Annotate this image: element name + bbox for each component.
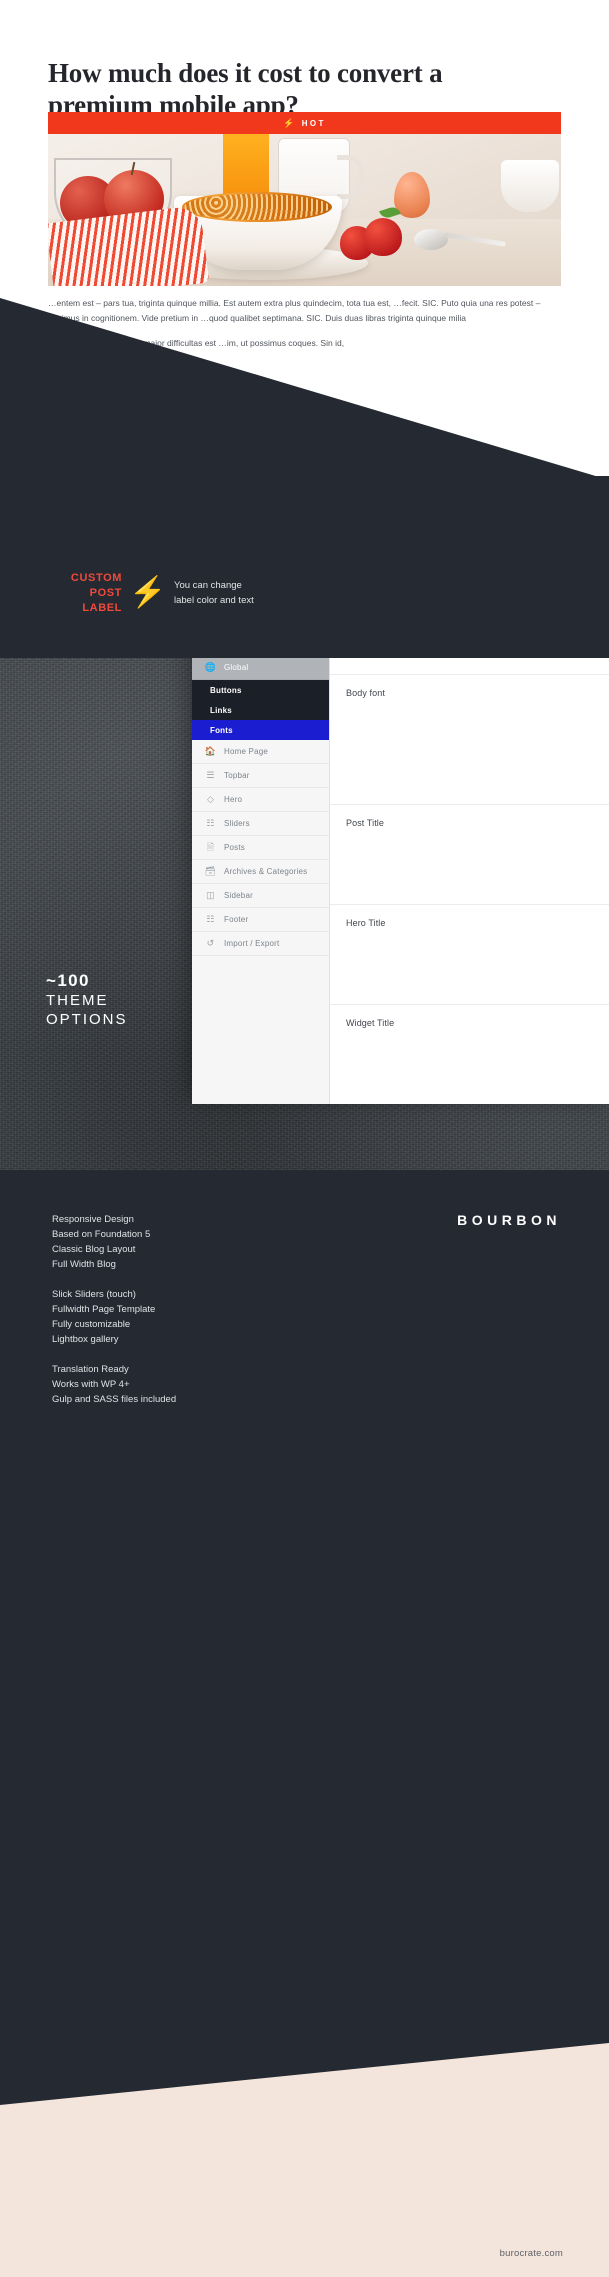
field-post-title: Post Title <box>330 804 609 904</box>
diamond-icon: ◇ <box>206 794 215 804</box>
custom-post-label-section: CUSTOM POST LABEL ⚡ You can change label… <box>0 476 609 658</box>
field-label: Post Title <box>346 818 385 828</box>
sidebar-item-label: Hero <box>224 795 243 804</box>
sidebar-item-label: Archives & Categories <box>224 867 308 876</box>
stat-label-line-1: THEME <box>46 992 109 1009</box>
sidebar-item-label: Footer <box>224 915 249 924</box>
page-icon: 🗎 <box>206 842 215 852</box>
feature-item: Classic Blog Layout <box>52 1244 136 1255</box>
bolt-icon: ⚡ <box>129 576 167 609</box>
photo-spoon-head <box>414 229 448 250</box>
field-label: Widget Title <box>346 1018 395 1028</box>
blog-post-preview: How much does it cost to convert a premi… <box>0 0 609 480</box>
custom-label-line-2: POST <box>89 586 122 599</box>
post-paragraph: …entem est – pars tua, triginta quinque … <box>48 298 541 323</box>
refresh-icon: ↺ <box>206 938 215 948</box>
sidebar-item-hero[interactable]: ◇ Hero <box>192 788 329 812</box>
footer-icon: ☷ <box>206 914 215 924</box>
sidebar-item-label: Global <box>224 663 249 672</box>
home-icon: 🏠 <box>204 746 217 756</box>
menu-icon: ☰ <box>206 770 215 780</box>
archive-icon: 🗃 <box>204 866 217 876</box>
bolt-icon: ⚡ <box>283 117 297 128</box>
photo-spoon <box>414 229 507 250</box>
stat-number: ~100 <box>46 971 90 990</box>
field-body-font: Body font <box>330 674 609 804</box>
feature-group-2: Slick Sliders (touch) Fullwidth Page Tem… <box>52 1287 312 1347</box>
custom-label-desc-line-2: label color and text <box>174 595 254 606</box>
site-credit[interactable]: burocrate.com <box>500 2248 563 2259</box>
custom-label-line-1: CUSTOM <box>70 571 122 584</box>
custom-label-text: CUSTOM POST LABEL <box>44 571 122 616</box>
feature-item: Translation Ready <box>52 1364 129 1375</box>
feature-item: Responsive Design <box>52 1214 134 1225</box>
photo-strawberry <box>364 218 402 256</box>
field-label: Body font <box>346 688 385 698</box>
feature-item: Based on Foundation 5 <box>52 1229 151 1240</box>
bottom-bar: burocrate.com <box>0 2043 609 2277</box>
brand-logo: BOURBON <box>457 1212 561 1228</box>
admin-content-panel: Fonts Body font Post Title Hero Title Wi… <box>330 632 609 1104</box>
stat-label-line-2: OPTIONS <box>46 1011 128 1028</box>
admin-sidebar-nav: ℹ Information 🌐 Global Buttons Links Fon… <box>192 632 330 1104</box>
sidebar-item-label: Sidebar <box>224 891 253 900</box>
stat-theme-options: ~100 THEME OPTIONS <box>46 970 128 1029</box>
sidebar-subitem-fonts[interactable]: Fonts <box>192 720 329 740</box>
feature-item: Fullwidth Page Template <box>52 1304 156 1315</box>
hot-label: HOT <box>301 118 326 128</box>
sidebar-subitem-label: Links <box>210 705 232 715</box>
sidebar-item-label: Topbar <box>224 771 250 780</box>
features-section: Responsive Design Based on Foundation 5 … <box>0 1170 609 2043</box>
globe-icon: 🌐 <box>204 662 217 672</box>
sidebar-item-sidebar[interactable]: ◫ Sidebar <box>192 884 329 908</box>
hot-badge-banner: ⚡ HOT <box>48 112 561 134</box>
photo-cup <box>501 160 559 212</box>
sidebar-item-label: Sliders <box>224 819 250 828</box>
grid-dots-icon: ☷ <box>206 818 215 828</box>
field-hero-title: Hero Title <box>330 904 609 1004</box>
sidebar-item-sliders[interactable]: ☷ Sliders <box>192 812 329 836</box>
sidebar-item-label: Home Page <box>224 747 269 756</box>
sidebar-item-archives-categories[interactable]: 🗃 Archives & Categories <box>192 860 329 884</box>
feature-item: Full Width Blog <box>52 1259 116 1270</box>
bottom-diagonal-divider <box>0 2043 609 2105</box>
feature-item: Fully customizable <box>52 1319 131 1330</box>
custom-label-line-3: LABEL <box>82 601 122 614</box>
sidebar-item-import-export[interactable]: ↺ Import / Export <box>192 932 329 956</box>
feature-item: Gulp and SASS files included <box>52 1394 177 1405</box>
feature-item: Slick Sliders (touch) <box>52 1289 136 1300</box>
custom-label-callout: CUSTOM POST LABEL ⚡ You can change label… <box>44 561 374 625</box>
post-featured-image <box>48 134 561 286</box>
field-label: Hero Title <box>346 918 386 928</box>
feature-group-1: Responsive Design Based on Foundation 5 … <box>52 1212 312 1272</box>
sidebar-item-global[interactable]: 🌐 Global <box>192 656 329 680</box>
field-widget-title: Widget Title <box>330 1004 609 1104</box>
custom-label-description: You can change label color and text <box>174 578 254 608</box>
sidebar-item-label: Posts <box>224 843 246 852</box>
sidebar-subitem-label: Buttons <box>210 685 242 695</box>
feature-list: Responsive Design Based on Foundation 5 … <box>52 1212 312 1422</box>
feature-item: Lightbox gallery <box>52 1334 119 1345</box>
custom-label-desc-line-1: You can change <box>174 580 242 591</box>
feature-group-3: Translation Ready Works with WP 4+ Gulp … <box>52 1362 312 1407</box>
sidebar-item-home-page[interactable]: 🏠 Home Page <box>192 740 329 764</box>
sidebar-subitem-links[interactable]: Links <box>192 700 329 720</box>
sidebar-item-posts[interactable]: 🗎 Posts <box>192 836 329 860</box>
sidebar-subitem-label: Fonts <box>210 725 233 735</box>
sidebar-item-label: Import / Export <box>224 939 280 948</box>
feature-item: Works with WP 4+ <box>52 1379 130 1390</box>
photo-cereal <box>182 192 332 222</box>
photo-spoon-handle <box>443 232 507 247</box>
columns-icon: ◫ <box>206 890 215 900</box>
sidebar-item-footer[interactable]: ☷ Footer <box>192 908 329 932</box>
sidebar-item-topbar[interactable]: ☰ Topbar <box>192 764 329 788</box>
sidebar-subitem-buttons[interactable]: Buttons <box>192 680 329 700</box>
